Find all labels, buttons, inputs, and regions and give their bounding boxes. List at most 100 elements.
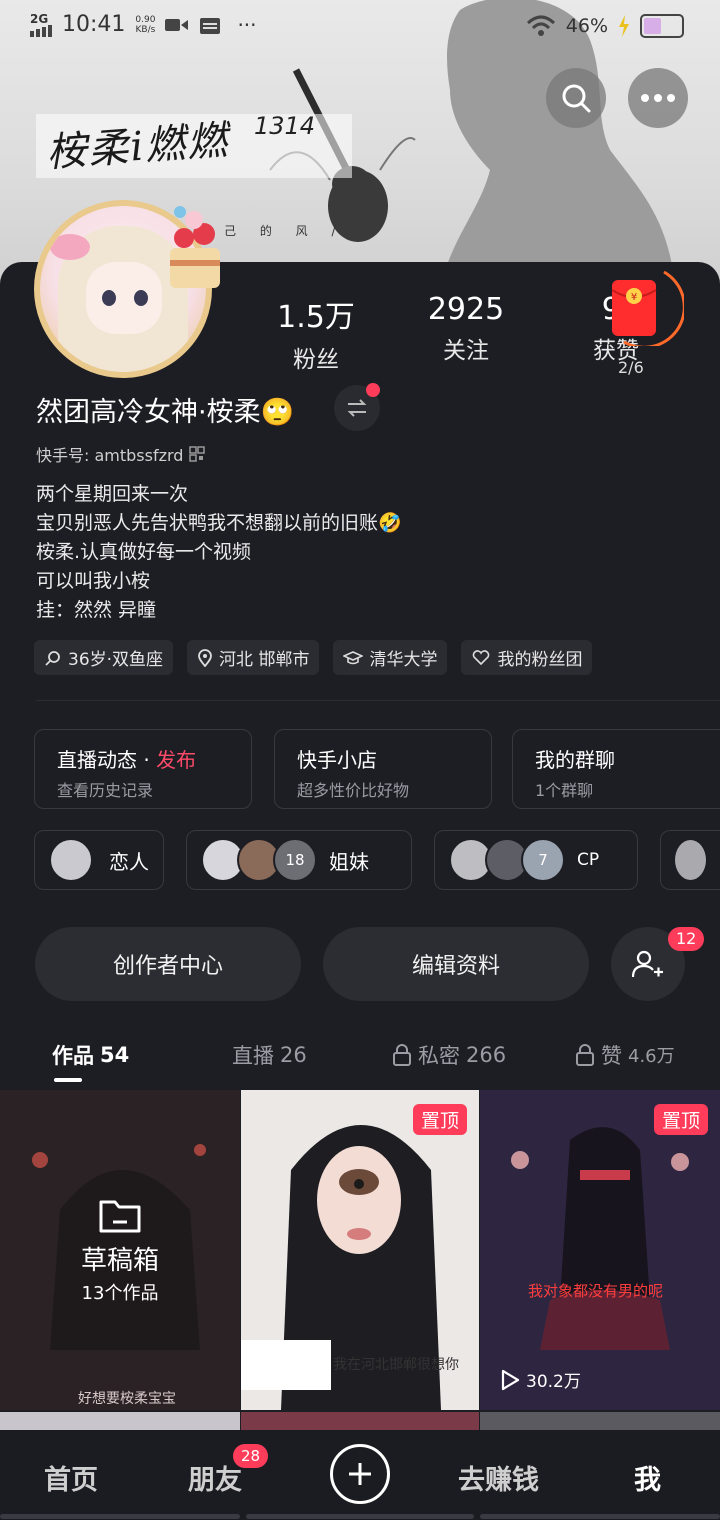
stat-fans-label: 粉丝	[293, 347, 339, 373]
lock-icon	[393, 1044, 411, 1066]
tab-label: 赞	[601, 1044, 622, 1068]
group-more[interactable]	[660, 830, 720, 890]
view-count: 2.1万	[261, 1367, 331, 1392]
nav-earn[interactable]: 去赚钱	[458, 1458, 539, 1497]
creator-center-button[interactable]: 创作者中心	[35, 927, 301, 1001]
draft-box-cell[interactable]: 草稿箱 13个作品 好想要桉柔宝宝	[0, 1090, 240, 1410]
card-live-updates[interactable]: 直播动态 · 发布 查看历史记录	[34, 729, 252, 809]
search-button[interactable]	[546, 68, 606, 128]
draft-title: 草稿箱	[80, 1245, 159, 1276]
banner-small-text: 己 的 风 /	[224, 224, 346, 238]
video-cell[interactable]: 置顶 我对象都没有男的呢 30.2万	[480, 1090, 720, 1410]
tab-count: 266	[466, 1043, 507, 1067]
stat-fans[interactable]: 1.5万 粉丝	[256, 292, 376, 374]
more-options-button[interactable]	[628, 68, 688, 128]
video-cell[interactable]	[0, 1412, 240, 1432]
video-caption: 我对象都没有男的呢	[528, 1282, 664, 1300]
draft-caption: 好想要桉柔宝宝	[78, 1391, 176, 1407]
card-group-chat[interactable]: 我的群聊 1个群聊	[512, 729, 720, 809]
tag-label: 河北 邯郸市	[219, 650, 310, 670]
bio: 两个星期回来一次 宝贝别恶人先告状鸭我不想翻以前的旧账🤣 桉柔.认真做好每一个视…	[36, 480, 402, 625]
video-cell[interactable]	[480, 1412, 720, 1432]
kuaishou-id[interactable]: 快手号: amtbssfzrd	[36, 442, 206, 466]
profile-tags: 36岁·双鱼座 河北 邯郸市 清华大学 我的粉丝团	[34, 640, 593, 675]
group-member-count: 18	[273, 838, 317, 882]
more-status-dots: ···	[237, 12, 257, 37]
school-icon	[343, 650, 364, 664]
video-cell[interactable]	[241, 1412, 479, 1432]
tag-school[interactable]: 清华大学	[333, 640, 448, 675]
qr-code-icon[interactable]	[189, 446, 206, 462]
stat-following[interactable]: 2925 关注	[406, 292, 526, 365]
more-dots-icon	[641, 94, 675, 102]
tab-label: 直播	[232, 1044, 274, 1068]
gesture-bar	[480, 1514, 720, 1519]
card-subtitle: 1个群聊	[535, 781, 594, 800]
divider	[36, 700, 720, 701]
tag-fan-club[interactable]: 我的粉丝团	[461, 640, 593, 675]
group-sisters[interactable]: 18 姐妹	[186, 830, 412, 890]
card-title: 直播动态	[57, 748, 137, 772]
play-icon	[501, 1369, 520, 1390]
group-avatar	[49, 838, 93, 882]
pinned-badge: 置顶	[653, 1104, 708, 1135]
tab-likes[interactable]: 赞 4.6万	[575, 1040, 675, 1070]
pinned-badge: 置顶	[412, 1104, 467, 1135]
bio-line: 挂：然然 异瞳	[36, 599, 157, 621]
avatar-bow	[50, 234, 90, 260]
speed-unit: KB/s	[135, 24, 156, 35]
draft-box: 草稿箱 13个作品	[0, 1090, 240, 1410]
tab-label: 私密	[418, 1044, 460, 1068]
active-tab-indicator	[54, 1078, 82, 1082]
card-publish-link[interactable]: 发布	[156, 748, 196, 772]
play-icon	[262, 1369, 281, 1390]
edit-profile-button[interactable]: 编辑资料	[323, 927, 589, 1001]
tag-label: 我的粉丝团	[497, 650, 583, 670]
battery-fill	[644, 18, 661, 34]
red-packet-symbol: ¥	[631, 292, 637, 303]
tab-live[interactable]: 直播 26	[232, 1040, 307, 1070]
heart-icon	[473, 649, 490, 665]
create-button[interactable]	[330, 1444, 390, 1504]
group-cp[interactable]: 7 CP	[434, 830, 638, 890]
red-packet-button[interactable]: ¥	[594, 264, 684, 346]
video-cell[interactable]: 置顶 我在河北邯郸很想你 2.1万	[241, 1090, 479, 1410]
search-icon	[45, 650, 60, 666]
avatar-cake-decoration	[170, 206, 220, 288]
nav-me[interactable]: 我	[634, 1458, 661, 1497]
gesture-bar	[246, 1514, 474, 1519]
tag-location[interactable]: 河北 邯郸市	[187, 640, 320, 675]
status-bar: 2G 10:41 0.90 KB/s ··· 46%	[0, 0, 720, 54]
tab-works[interactable]: 作品 54	[52, 1040, 129, 1070]
video-thumbnail	[480, 1090, 720, 1410]
nav-friends[interactable]: 朋友	[188, 1458, 242, 1497]
swap-icon	[347, 399, 367, 417]
card-title-separator: ·	[137, 748, 157, 772]
nav-home[interactable]: 首页	[44, 1458, 98, 1497]
calendar-icon	[200, 17, 221, 34]
red-packet-count: 2/6	[618, 358, 644, 377]
speed-value: 0.90	[135, 14, 156, 25]
group-avatar	[673, 838, 708, 882]
group-member-count: 7	[521, 838, 565, 882]
tag-age-zodiac[interactable]: 36岁·双鱼座	[34, 640, 174, 675]
group-label: 姐妹	[329, 849, 369, 874]
banner-title-sup: 1314	[254, 112, 316, 140]
lock-icon	[576, 1044, 594, 1066]
tab-private[interactable]: 私密 266	[392, 1040, 506, 1070]
search-icon	[562, 84, 591, 113]
stat-following-value: 2925	[427, 292, 505, 327]
signal-bars-icon	[30, 24, 52, 37]
card-kuaishou-shop[interactable]: 快手小店 超多性价比好物	[274, 729, 492, 809]
tag-label: 清华大学	[369, 650, 438, 670]
video-camera-icon	[165, 18, 189, 31]
network-speed: 0.90 KB/s	[135, 15, 155, 35]
notification-dot	[366, 383, 380, 397]
video-caption: 我在河北邯郸很想你	[333, 1357, 459, 1373]
charging-icon	[619, 15, 629, 37]
bio-line: 宝贝别恶人先告状鸭我不想翻以前的旧账🤣	[36, 512, 402, 534]
add-user-icon	[632, 950, 663, 978]
friend-request-badge: 12	[668, 927, 705, 951]
stat-following-label: 关注	[443, 338, 489, 364]
group-lover[interactable]: 恋人	[34, 830, 164, 890]
